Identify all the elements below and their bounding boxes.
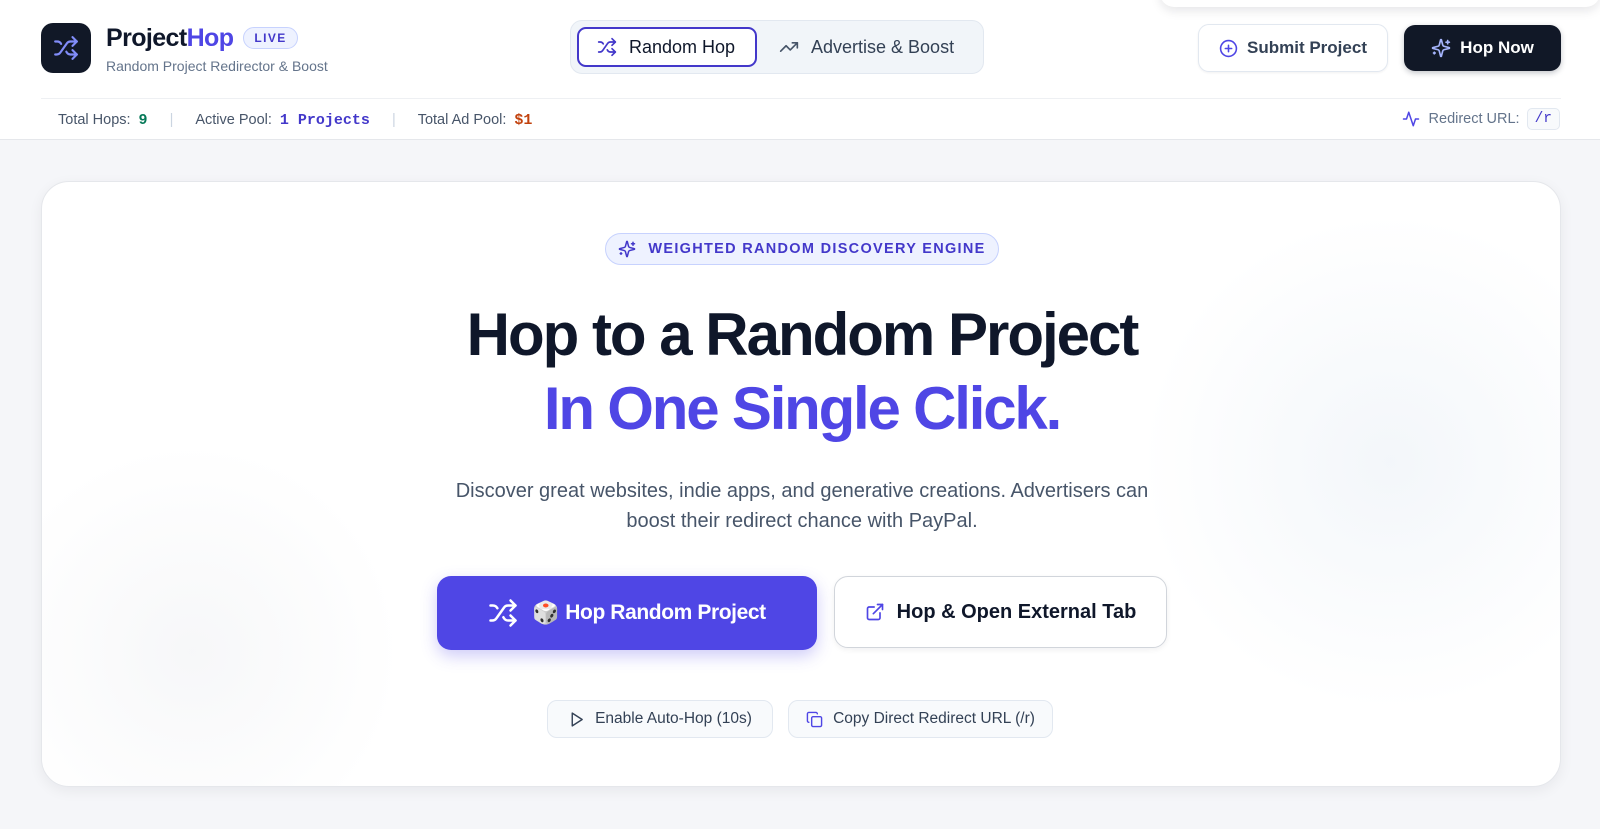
app-header: ProjectHop LIVE Random Project Redirecto… bbox=[0, 0, 1600, 140]
nav-tabs: Random Hop Advertise & Boost bbox=[570, 20, 984, 74]
dice-icon: 🎲 bbox=[532, 600, 560, 625]
hero-headline: Hop to a Random Project bbox=[466, 301, 1140, 368]
hero-background-glow bbox=[1140, 212, 1560, 712]
external-link-icon bbox=[866, 603, 883, 621]
redirect-url-label: Redirect URL: bbox=[1428, 111, 1520, 127]
hop-now-button[interactable]: Hop Now bbox=[1404, 25, 1561, 71]
redirect-url-path[interactable]: /r bbox=[1526, 108, 1560, 130]
brand-name: ProjectHop bbox=[106, 23, 234, 52]
enable-auto-hop-button[interactable]: Enable Auto-Hop (10s) bbox=[547, 700, 773, 738]
hero-background-glow bbox=[42, 442, 402, 786]
ad-pool-label: Total Ad Pool: bbox=[417, 112, 507, 128]
total-hops-label: Total Hops: bbox=[58, 112, 131, 128]
hero-card: WEIGHTED RANDOM DISCOVERY ENGINE Hop to … bbox=[41, 181, 1561, 787]
shuffle-logo-icon bbox=[41, 23, 91, 73]
stats-bar: Total Hops: 9 | Active Pool: 1 Projects … bbox=[58, 110, 532, 130]
tab-label: Advertise & Boost bbox=[811, 36, 955, 57]
brand-subtitle: Random Project Redirector & Boost bbox=[106, 58, 328, 74]
activity-icon bbox=[1402, 111, 1419, 127]
total-hops-value: 9 bbox=[138, 111, 148, 129]
top-dropdown-edge bbox=[1160, 0, 1600, 7]
hero-headline-accent: In One Single Click. bbox=[543, 375, 1062, 442]
tab-advertise-boost[interactable]: Advertise & Boost bbox=[763, 27, 972, 67]
live-badge: LIVE bbox=[243, 27, 298, 49]
tab-random-hop[interactable]: Random Hop bbox=[577, 27, 757, 67]
hero-description: Discover great websites, indie apps, and… bbox=[455, 480, 1149, 532]
shuffle-icon bbox=[489, 599, 517, 627]
copy-redirect-url-button[interactable]: Copy Direct Redirect URL (/r) bbox=[788, 700, 1053, 738]
copy-icon bbox=[806, 711, 823, 727]
trending-up-icon bbox=[779, 42, 799, 53]
ad-pool-value: $1 bbox=[514, 111, 533, 129]
tab-label: Random Hop bbox=[629, 36, 736, 57]
header-divider bbox=[41, 98, 1561, 99]
play-icon bbox=[571, 711, 583, 727]
active-pool-value: 1 Projects bbox=[279, 111, 370, 129]
brand[interactable]: ProjectHop LIVE Random Project Redirecto… bbox=[41, 23, 328, 74]
plus-circle-icon bbox=[1219, 39, 1238, 57]
sparkles-icon bbox=[619, 240, 636, 258]
shuffle-icon bbox=[597, 37, 617, 57]
engine-badge: WEIGHTED RANDOM DISCOVERY ENGINE bbox=[605, 233, 999, 265]
hop-open-external-tab-button[interactable]: Hop & Open External Tab bbox=[834, 576, 1167, 648]
redirect-url-info: Redirect URL: /r bbox=[1402, 106, 1560, 132]
sparkles-icon bbox=[1431, 38, 1451, 58]
submit-project-button[interactable]: Submit Project bbox=[1198, 24, 1388, 72]
stat-separator: | bbox=[169, 112, 174, 128]
stat-separator: | bbox=[391, 112, 396, 128]
hop-random-project-button[interactable]: 🎲 Hop Random Project bbox=[437, 576, 817, 650]
active-pool-label: Active Pool: bbox=[195, 112, 272, 128]
